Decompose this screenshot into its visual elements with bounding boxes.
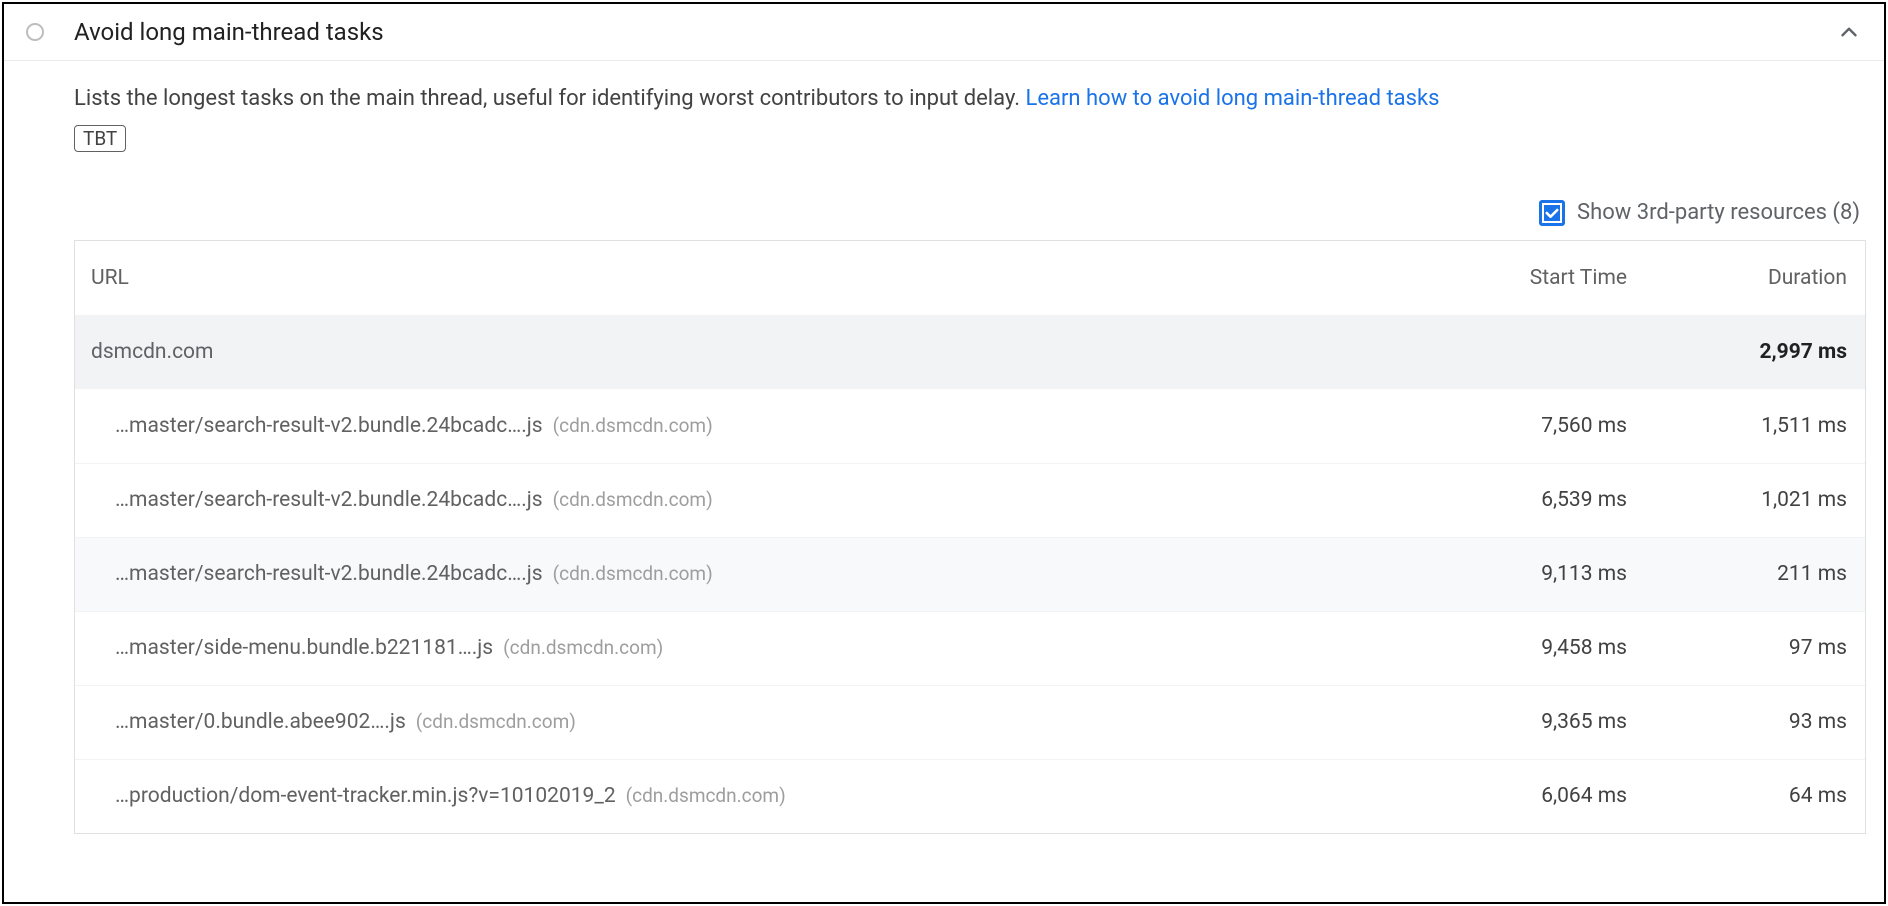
- table-row[interactable]: …master/side-menu.bundle.b221181….js (cdn…: [75, 611, 1865, 685]
- tasks-table: URL Start Time Duration dsmcdn.com 2,997…: [74, 240, 1866, 834]
- col-header-duration: Duration: [1645, 266, 1865, 290]
- cell-duration: 211 ms: [1645, 562, 1865, 586]
- cell-url: …master/0.bundle.abee902….js (cdn.dsmcdn.…: [75, 710, 1425, 734]
- third-party-toggle-row: Show 3rd-party resources (8): [74, 200, 1866, 226]
- cell-url: …master/search-result-v2.bundle.24bcadc……: [75, 414, 1425, 438]
- cell-start: 9,458 ms: [1425, 636, 1645, 660]
- url-path: …production/dom-event-tracker.min.js?v=1…: [115, 784, 616, 808]
- url-path: …master/search-result-v2.bundle.24bcadc……: [115, 562, 543, 586]
- metric-badge: TBT: [74, 125, 126, 152]
- url-path: …master/0.bundle.abee902….js: [115, 710, 406, 734]
- cell-start: 6,064 ms: [1425, 784, 1645, 808]
- cell-url: …master/side-menu.bundle.b221181….js (cdn…: [75, 636, 1425, 660]
- url-host: (cdn.dsmcdn.com): [553, 488, 713, 511]
- group-duration: 2,997 ms: [1645, 340, 1865, 364]
- table-row[interactable]: …master/search-result-v2.bundle.24bcadc……: [75, 537, 1865, 611]
- cell-duration: 97 ms: [1645, 636, 1865, 660]
- cell-start: 7,560 ms: [1425, 414, 1645, 438]
- url-path: …master/search-result-v2.bundle.24bcadc……: [115, 414, 543, 438]
- cell-duration: 93 ms: [1645, 710, 1865, 734]
- audit-description: Lists the longest tasks on the main thre…: [74, 83, 1866, 115]
- group-host: dsmcdn.com: [75, 340, 1425, 364]
- table-row[interactable]: …master/search-result-v2.bundle.24bcadc……: [75, 463, 1865, 537]
- url-host: (cdn.dsmcdn.com): [553, 414, 713, 437]
- audit-title: Avoid long main-thread tasks: [74, 18, 1836, 46]
- url-host: (cdn.dsmcdn.com): [416, 710, 576, 733]
- learn-more-link[interactable]: Learn how to avoid long main-thread task…: [1025, 86, 1439, 111]
- cell-url: …production/dom-event-tracker.min.js?v=1…: [75, 784, 1425, 808]
- audit-header[interactable]: Avoid long main-thread tasks: [4, 4, 1884, 61]
- url-path: …master/search-result-v2.bundle.24bcadc……: [115, 488, 543, 512]
- cell-start: 6,539 ms: [1425, 488, 1645, 512]
- cell-duration: 64 ms: [1645, 784, 1865, 808]
- audit-body: Lists the longest tasks on the main thre…: [4, 61, 1884, 834]
- table-header-row: URL Start Time Duration: [75, 241, 1865, 315]
- status-circle-icon: [26, 23, 44, 41]
- col-header-start: Start Time: [1425, 266, 1645, 290]
- url-host: (cdn.dsmcdn.com): [626, 784, 786, 807]
- cell-duration: 1,021 ms: [1645, 488, 1865, 512]
- third-party-label: Show 3rd-party resources (8): [1577, 200, 1860, 225]
- description-text: Lists the longest tasks on the main thre…: [74, 86, 1025, 111]
- third-party-checkbox[interactable]: [1539, 200, 1565, 226]
- cell-url: …master/search-result-v2.bundle.24bcadc……: [75, 562, 1425, 586]
- col-header-url: URL: [75, 266, 1425, 290]
- chevron-up-icon[interactable]: [1836, 19, 1862, 45]
- cell-start: 9,365 ms: [1425, 710, 1645, 734]
- table-group-row[interactable]: dsmcdn.com 2,997 ms: [75, 315, 1865, 389]
- url-path: …master/side-menu.bundle.b221181….js: [115, 636, 493, 660]
- audit-panel: Avoid long main-thread tasks Lists the l…: [2, 2, 1886, 904]
- cell-duration: 1,511 ms: [1645, 414, 1865, 438]
- url-host: (cdn.dsmcdn.com): [503, 636, 663, 659]
- table-row[interactable]: …production/dom-event-tracker.min.js?v=1…: [75, 759, 1865, 833]
- url-host: (cdn.dsmcdn.com): [553, 562, 713, 585]
- cell-start: 9,113 ms: [1425, 562, 1645, 586]
- table-row[interactable]: …master/0.bundle.abee902….js (cdn.dsmcdn.…: [75, 685, 1865, 759]
- table-row[interactable]: …master/search-result-v2.bundle.24bcadc……: [75, 389, 1865, 463]
- cell-url: …master/search-result-v2.bundle.24bcadc……: [75, 488, 1425, 512]
